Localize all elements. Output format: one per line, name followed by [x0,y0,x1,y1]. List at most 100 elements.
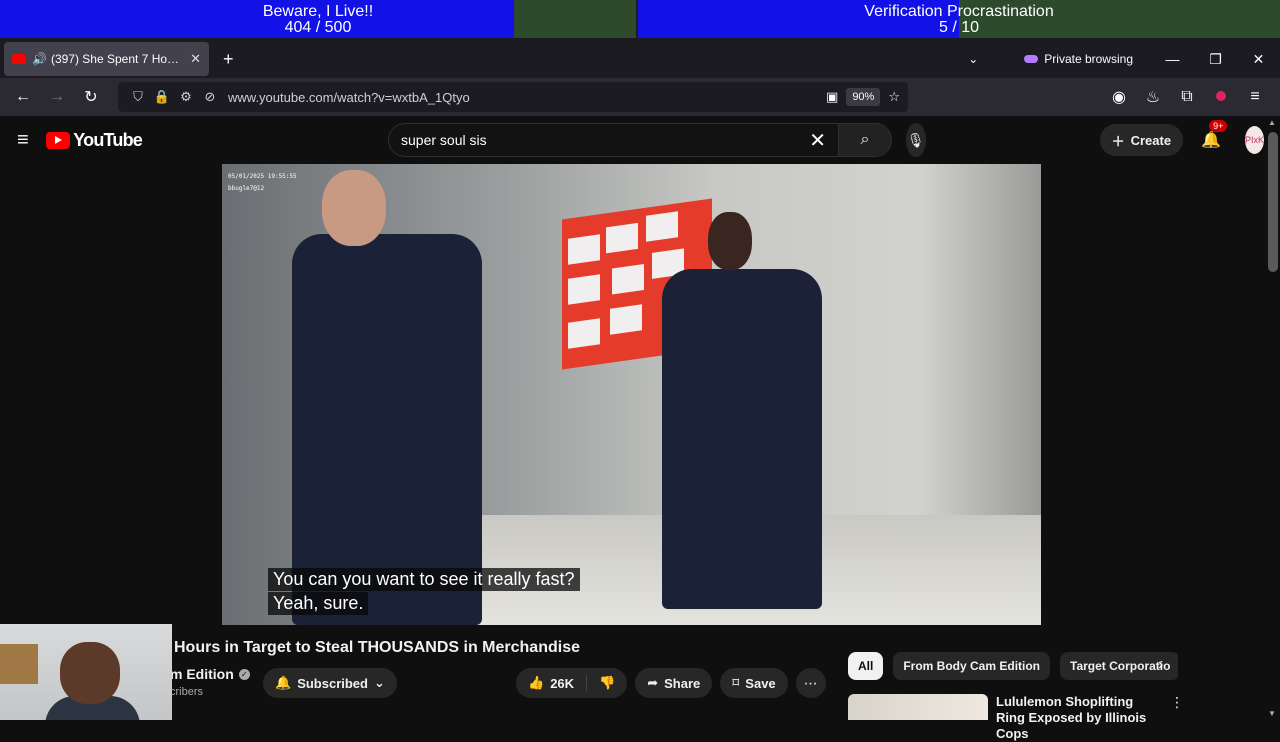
bookmark-icon: ⌑ [732,675,740,690]
more-actions-button[interactable]: ⋯ [795,668,826,698]
back-arrow-icon[interactable]: ← [6,88,40,106]
search-icon: ⌕ [860,131,870,148]
minimize-button[interactable]: — [1151,51,1194,67]
extension-red-icon[interactable] [1204,88,1238,106]
related-chips: All From Body Cam Edition Target Corpora… [848,652,1178,680]
notifications-button[interactable]: 🔔 9+ [1201,120,1228,150]
extensions-puzzle-icon[interactable]: ⧉ [1170,88,1204,106]
permissions-icon[interactable]: ⚙ [174,89,198,105]
guide-menu-icon[interactable]: ≡ [17,129,34,152]
list-tabs-chevron-icon[interactable]: ⌄ [958,52,988,66]
private-mask-icon [1024,55,1039,63]
video-actions: 👍 26K 👎 ➦ Share ⌑ Save ⋯ [516,668,826,698]
thumbs-down-icon: 👎 [599,675,616,690]
recommended-menu-icon[interactable]: ⋮ [1170,694,1184,742]
more-dots-icon: ⋯ [803,674,818,691]
bodycam-timestamp: 05/01/2025 19:55:55 bbugle7@12 [228,173,297,192]
scrollbar-thumb[interactable] [1268,132,1278,272]
stream-overlay: Beware, I Live!! 404 / 500 Verification … [0,0,1280,40]
menu-hamburger-icon[interactable]: ≡ [1238,88,1272,106]
private-browsing-indicator: Private browsing [1024,52,1133,66]
youtube-play-icon [46,131,71,149]
subscriber-count: cribers [170,686,204,698]
goal-left-title: Beware, I Live!! [262,3,374,20]
restore-button[interactable]: ❐ [1194,51,1237,68]
scroll-down-icon[interactable]: ▼ [1268,709,1276,718]
verified-icon: ✓ [238,668,250,680]
save-button[interactable]: ⌑ Save [720,668,788,698]
video-details: Hours in Target to Steal THOUSANDS in Me… [0,630,1264,741]
notification-badge: 9+ [1209,120,1228,132]
video-player[interactable]: 05/01/2025 19:55:55 bbugle7@12 You can y… [222,164,1041,625]
clear-search-icon[interactable]: ✕ [809,128,826,153]
thumbs-up-icon: 👍 [528,675,545,690]
search-box: super soul sis ✕ ⌕ [388,123,892,157]
share-button[interactable]: ➦ Share [635,668,713,698]
save-label: Save [745,675,776,691]
caption-line-1: You can you want to see it really fast? [268,568,580,591]
youtube-favicon-icon [12,54,26,64]
address-bar[interactable]: ⛉ 🔒 ⚙ ⊘ www.youtube.com/watch?v=wxtbA_1Q… [118,82,908,112]
search-input[interactable]: super soul sis ✕ [388,123,838,157]
search-button[interactable]: ⌕ [838,123,892,157]
like-button[interactable]: 👍 26K [516,675,588,691]
recommended-title[interactable]: Lululemon Shoplifting Ring Exposed by Il… [996,694,1156,742]
zoom-level[interactable]: 90% [846,88,881,106]
chips-next-chevron-icon[interactable]: › [1158,656,1163,674]
youtube-header: ≡ YouTube super soul sis ✕ ⌕ 🎙 ＋ Create … [0,116,1264,164]
goal-bar-left-text: Beware, I Live!! 404 / 500 [0,0,636,36]
tab-bar: 🔊 (397) She Spent 7 Hours in ✕ + ⌄ Priva… [0,40,1280,78]
avatar[interactable]: PIxK [1244,126,1264,154]
goal-bar-right-text: Verification Procrastination 5 / 10 [638,0,1280,36]
search-input-value: super soul sis [401,132,487,148]
like-count: 26K [550,675,575,691]
page-scrollbar[interactable]: ▲ ▼ [1264,116,1280,720]
chip-all[interactable]: All [848,652,884,680]
video-captions: You can you want to see it really fast? … [268,568,580,616]
subscribed-button[interactable]: 🔔 Subscribed ⌄ [263,668,397,698]
chip-from-channel[interactable]: From Body Cam Edition [893,652,1051,680]
youtube-logo-text: YouTube [73,129,143,150]
goal-left-count: 404 / 500 [284,19,352,36]
close-tab-icon[interactable]: ✕ [190,51,201,67]
share-label: Share [664,675,701,691]
microphone-icon: 🎙 [906,131,925,148]
private-browsing-label: Private browsing [1044,52,1133,66]
goal-bar-left: Beware, I Live!! 404 / 500 [0,0,636,38]
lock-icon[interactable]: 🔒 [150,89,174,105]
like-dislike-group: 👍 26K 👎 [516,668,628,698]
dislike-button[interactable]: 👎 [587,675,627,691]
officer-left [292,234,482,625]
forward-arrow-icon[interactable]: → [40,88,74,106]
create-button[interactable]: ＋ Create [1099,124,1184,156]
navigation-bar: ← → ↻ ⛉ 🔒 ⚙ ⊘ www.youtube.com/watch?v=wx… [0,78,1280,116]
recommended-video[interactable]: Lululemon Shoplifting Ring Exposed by Il… [848,694,1184,742]
share-arrow-icon: ➦ [647,675,659,690]
channel-name-text[interactable]: m Edition [170,666,234,682]
video-title: Hours in Target to Steal THOUSANDS in Me… [174,639,580,656]
account-icon[interactable]: ◉ [1102,87,1136,107]
extension-fire-icon[interactable]: ♨ [1136,87,1170,107]
goal-right-title: Verification Procrastination [864,3,1054,20]
plus-icon: ＋ [1111,133,1125,149]
tracking-shield-icon[interactable]: ⛉ [126,89,150,105]
picture-in-picture-icon[interactable]: ▣ [826,89,838,105]
voice-search-button[interactable]: 🎙 [906,123,926,157]
chevron-down-icon: ⌄ [373,675,385,690]
browser-tab[interactable]: 🔊 (397) She Spent 7 Hours in ✕ [4,42,209,76]
bookmark-star-icon[interactable]: ☆ [888,89,900,105]
reload-icon[interactable]: ↻ [74,87,108,107]
subscribed-label: Subscribed [297,675,368,691]
close-window-button[interactable]: ✕ [1237,51,1280,68]
new-tab-button[interactable]: + [223,49,234,70]
recommended-thumbnail[interactable] [848,694,988,720]
url-text[interactable]: www.youtube.com/watch?v=wxtbA_1Qtyo [228,90,470,105]
goal-bar-right: Verification Procrastination 5 / 10 [638,0,1280,38]
create-label: Create [1130,132,1172,148]
channel-name[interactable]: m Edition ✓ [170,666,250,682]
tab-title: (397) She Spent 7 Hours in [50,52,185,66]
speaker-icon[interactable]: 🔊 [32,52,47,66]
youtube-logo[interactable]: YouTube [46,129,143,151]
scroll-up-icon[interactable]: ▲ [1268,118,1276,127]
autoplay-blocked-icon[interactable]: ⊘ [198,89,222,105]
